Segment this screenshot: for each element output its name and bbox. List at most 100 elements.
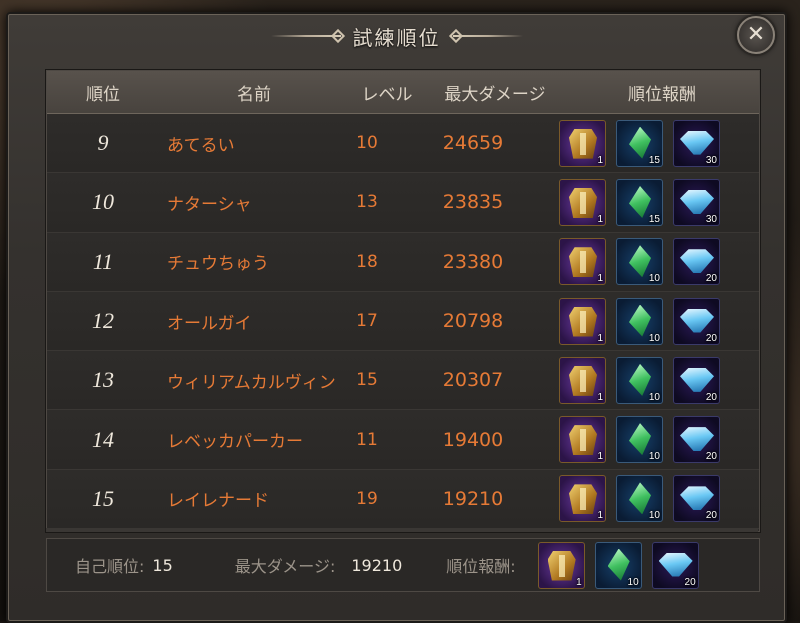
treasure-chest-icon[interactable]: 1 [559, 178, 606, 226]
max-damage-cell: 20798 [442, 310, 504, 333]
reward-count: 30 [705, 213, 717, 225]
reward-items: 1 10 20 [559, 416, 720, 464]
reward-count: 20 [705, 451, 717, 463]
self-reward-label: 順位報酬: [446, 557, 516, 576]
self-max-damage-label: 最大ダメージ: [234, 557, 336, 576]
green-crystal-icon[interactable]: 10 [616, 356, 663, 404]
treasure-chest-icon-shape [569, 306, 597, 337]
green-crystal-icon-shape [607, 548, 630, 581]
title-ornament-right-icon [448, 28, 523, 44]
treasure-chest-icon[interactable]: 1 [559, 416, 606, 464]
reward-count: 10 [648, 391, 660, 403]
max-damage-cell: 19400 [442, 428, 504, 451]
green-crystal-icon[interactable]: 10 [616, 238, 663, 286]
blue-gem-icon-shape [680, 130, 714, 155]
green-crystal-icon[interactable]: 10 [594, 541, 642, 589]
table-row[interactable]: 12 オールガイ 17 20798 1 10 20 [47, 291, 759, 352]
max-damage-cell: 23380 [442, 250, 504, 273]
blue-gem-icon[interactable]: 20 [673, 416, 720, 464]
header-reward: 順位報酬 [628, 84, 696, 105]
green-crystal-icon-shape [629, 482, 651, 515]
blue-gem-icon-shape [680, 189, 714, 214]
table-row[interactable]: 11 チュウちゅう 18 23380 1 10 20 [47, 232, 759, 292]
reward-count: 1 [576, 576, 582, 588]
level-cell: 17 [356, 311, 378, 332]
player-name-cell: チュウちゅう [167, 254, 269, 275]
blue-gem-icon-shape [680, 308, 714, 333]
green-crystal-icon[interactable]: 15 [616, 119, 663, 167]
reward-count: 20 [705, 510, 717, 522]
reward-count: 20 [684, 576, 696, 588]
treasure-chest-icon[interactable]: 1 [559, 475, 606, 523]
blue-gem-icon[interactable]: 20 [673, 297, 720, 345]
ranking-table[interactable]: 順位 名前 レベル 最大ダメージ 順位報酬 9 あてるい 10 24659 1 15 30 1… [46, 70, 760, 532]
player-name-cell: レイレナード [167, 491, 269, 512]
green-crystal-icon[interactable]: 10 [616, 297, 663, 345]
player-name-cell: レベッカパーカー [167, 432, 303, 453]
reward-count: 30 [705, 154, 717, 166]
close-button[interactable]: ✕ [737, 16, 775, 54]
blue-gem-icon-shape [680, 367, 714, 392]
treasure-chest-icon-shape [569, 128, 597, 159]
self-max-damage-value: 19210 [351, 555, 403, 575]
self-reward-group: 順位報酬: 1 10 20 [446, 541, 699, 589]
treasure-chest-icon[interactable]: 1 [559, 356, 606, 404]
reward-count: 1 [597, 154, 603, 166]
treasure-chest-icon[interactable]: 1 [559, 297, 606, 345]
table-row[interactable]: 15 レイレナード 19 19210 1 10 20 [47, 469, 759, 530]
rank-cell: 9 [97, 130, 109, 156]
table-row[interactable]: 14 レベッカパーカー 11 19400 1 10 20 [47, 410, 759, 470]
self-rank-label: 自己順位: [75, 557, 145, 576]
green-crystal-icon[interactable]: 10 [616, 475, 663, 523]
treasure-chest-icon-shape [569, 425, 597, 456]
blue-gem-icon-shape [680, 486, 714, 511]
reward-count: 10 [648, 332, 660, 344]
level-cell: 13 [356, 192, 378, 213]
treasure-chest-icon[interactable]: 1 [537, 541, 585, 589]
player-name-cell: ウィリアムカルヴィン [167, 372, 336, 393]
title-bar: 試練順位 [8, 14, 785, 58]
max-damage-cell: 19210 [442, 487, 504, 510]
treasure-chest-icon[interactable]: 1 [559, 119, 606, 167]
rank-cell: 11 [92, 248, 114, 274]
player-name-cell: オールガイ [167, 313, 252, 334]
self-rank-group: 自己順位: 15 [75, 553, 173, 577]
reward-count: 10 [648, 451, 660, 463]
reward-count: 1 [597, 510, 603, 522]
level-cell: 10 [356, 133, 378, 154]
reward-count: 15 [648, 213, 660, 225]
blue-gem-icon-shape [680, 249, 714, 274]
treasure-chest-icon-shape [547, 550, 576, 581]
reward-count: 20 [705, 332, 717, 344]
green-crystal-icon[interactable]: 10 [616, 416, 663, 464]
table-header: 順位 名前 レベル 最大ダメージ 順位報酬 [47, 71, 759, 114]
blue-gem-icon[interactable]: 20 [673, 238, 720, 286]
blue-gem-icon[interactable]: 20 [673, 356, 720, 404]
rank-cell: 14 [92, 426, 114, 452]
green-crystal-icon[interactable]: 15 [616, 178, 663, 226]
player-name-cell: あてるい [167, 135, 235, 156]
close-icon: ✕ [746, 22, 766, 47]
table-row[interactable]: 13 ウィリアムカルヴィン 15 20307 1 10 20 [47, 351, 759, 411]
level-cell: 15 [356, 370, 378, 391]
rank-cell: 12 [92, 308, 114, 334]
table-row[interactable]: 9 あてるい 10 24659 1 15 30 [47, 114, 759, 174]
blue-gem-icon[interactable]: 30 [673, 178, 720, 226]
treasure-chest-icon[interactable]: 1 [559, 238, 606, 286]
treasure-chest-icon-shape [569, 365, 597, 396]
level-cell: 18 [356, 251, 378, 272]
blue-gem-icon[interactable]: 20 [673, 475, 720, 523]
rank-cell: 10 [92, 189, 114, 215]
blue-gem-icon[interactable]: 20 [651, 541, 699, 589]
header-name: 名前 [237, 84, 271, 105]
window-title: 試練順位 [352, 25, 441, 50]
green-crystal-icon-shape [629, 304, 651, 337]
table-body: 9 あてるい 10 24659 1 15 30 10 ナターシャ 13 23835 1 15 30 11 チュ… [47, 114, 759, 530]
reward-items: 1 10 20 [559, 297, 720, 345]
green-crystal-icon-shape [629, 363, 651, 396]
max-damage-cell: 20307 [442, 369, 504, 392]
table-row[interactable]: 10 ナターシャ 13 23835 1 15 30 [47, 173, 759, 233]
blue-gem-icon[interactable]: 30 [673, 119, 720, 167]
rank-cell: 15 [92, 485, 114, 511]
treasure-chest-icon-shape [569, 187, 597, 218]
